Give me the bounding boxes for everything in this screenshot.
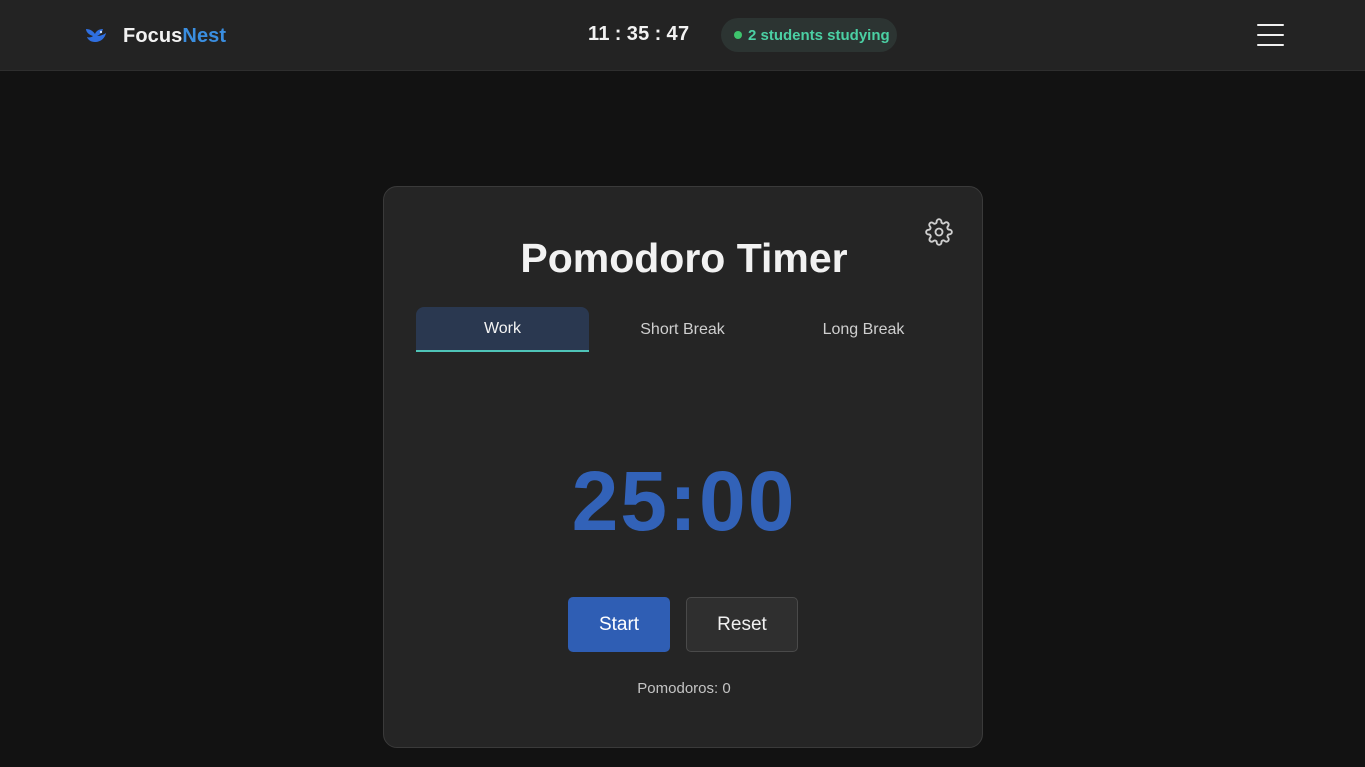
mode-tabs: Work Short Break Long Break <box>416 307 958 352</box>
pomodoro-timer-card: Pomodoro Timer Work Short Break Long Bre… <box>383 186 983 748</box>
pomodoro-counter: Pomodoros: 0 <box>637 680 731 697</box>
clock-seconds: 47 <box>666 23 690 45</box>
live-clock: 11:35:47 <box>588 23 689 46</box>
clock-minutes: 35 <box>626 23 650 45</box>
students-studying-badge: 2 students studying <box>721 18 897 52</box>
page-title: Pomodoro Timer <box>520 235 848 281</box>
menu-line <box>1257 24 1284 26</box>
menu-line <box>1257 44 1284 46</box>
hamburger-menu-icon[interactable] <box>1257 24 1284 46</box>
brand-name: FocusNest <box>123 24 227 47</box>
blue-bird-icon <box>84 24 108 48</box>
tab-work[interactable]: Work <box>416 307 589 352</box>
reset-button[interactable]: Reset <box>686 597 798 652</box>
clock-hours: 11 <box>588 23 610 45</box>
clock-separator: : <box>654 23 662 45</box>
brand[interactable]: FocusNest <box>84 23 226 49</box>
clock-separator: : <box>614 23 622 45</box>
start-button[interactable]: Start <box>568 597 670 652</box>
menu-line <box>1257 34 1284 36</box>
timer-display: 25:00 <box>571 454 797 548</box>
tab-short-break[interactable]: Short Break <box>596 307 769 352</box>
top-navigation-bar: FocusNest 11:35:47 2 students studying <box>0 0 1365 71</box>
online-status-dot <box>734 31 742 39</box>
tab-long-break[interactable]: Long Break <box>776 307 951 352</box>
students-studying-text: 2 students studying <box>748 26 890 44</box>
